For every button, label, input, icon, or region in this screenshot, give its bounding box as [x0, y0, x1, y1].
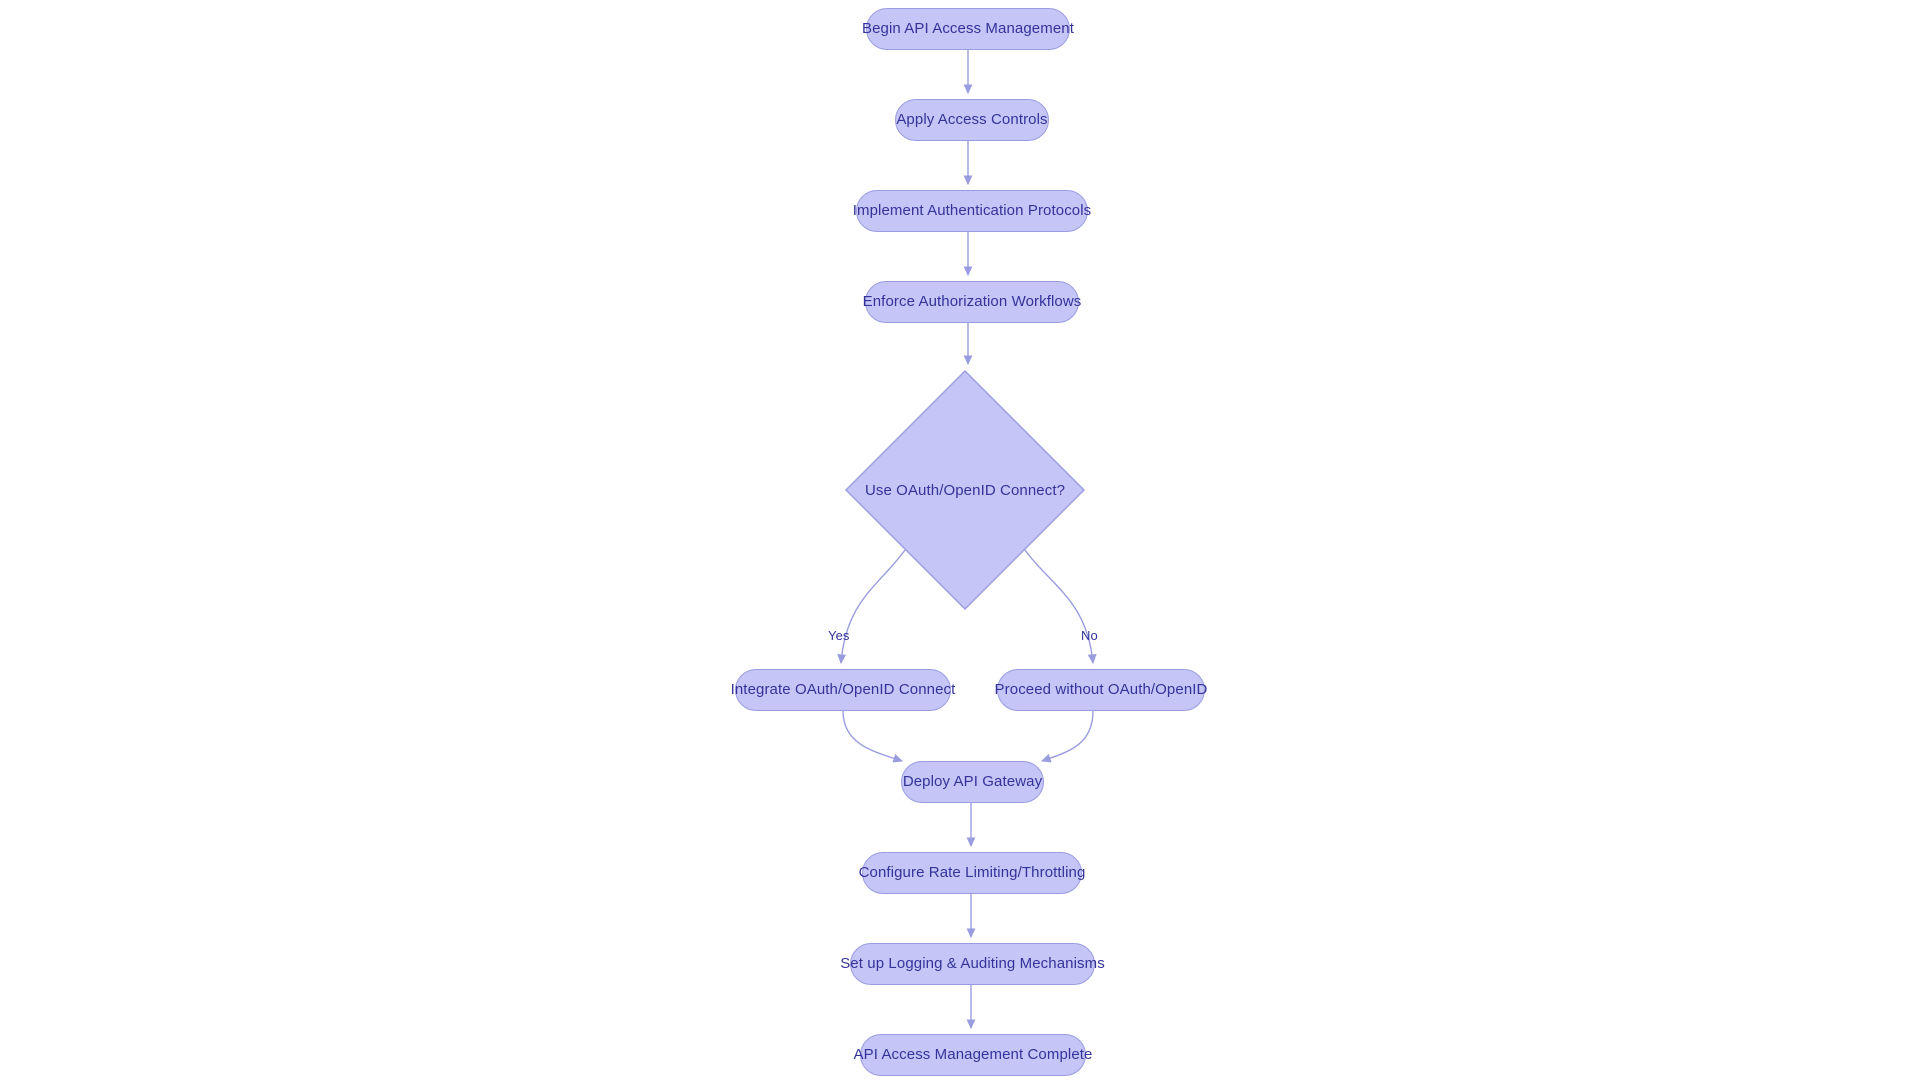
decision-label: Use OAuth/OpenID Connect?: [864, 481, 1066, 499]
node-label: Set up Logging & Auditing Mechanisms: [840, 955, 1105, 973]
node-decision-use-oauth-openid-connect[interactable]: Use OAuth/OpenID Connect?: [845, 370, 1085, 610]
edge-label-yes: Yes: [828, 628, 850, 643]
node-label: Integrate OAuth/OpenID Connect: [730, 681, 956, 699]
node-set-up-logging-auditing-mechanisms[interactable]: Set up Logging & Auditing Mechanisms: [840, 943, 1105, 985]
node-label: Enforce Authorization Workflows: [862, 293, 1082, 311]
node-label: Begin API Access Management: [862, 20, 1074, 38]
node-configure-rate-limiting-throttling[interactable]: Configure Rate Limiting/Throttling: [859, 852, 1085, 894]
edge-label-text: Yes: [828, 628, 850, 643]
node-label: Implement Authentication Protocols: [852, 202, 1092, 220]
node-proceed-without-oauth-openid[interactable]: Proceed without OAuth/OpenID: [994, 669, 1208, 711]
node-label: API Access Management Complete: [853, 1046, 1093, 1064]
node-label: Configure Rate Limiting/Throttling: [858, 864, 1086, 882]
edge-label-no: No: [1081, 628, 1098, 643]
node-label: Proceed without OAuth/OpenID: [994, 681, 1208, 699]
edge-label-text: No: [1081, 628, 1098, 643]
node-label: Apply Access Controls: [896, 111, 1048, 129]
node-deploy-api-gateway[interactable]: Deploy API Gateway: [901, 761, 1044, 803]
node-api-access-management-complete[interactable]: API Access Management Complete: [854, 1034, 1092, 1076]
node-apply-access-controls[interactable]: Apply Access Controls: [895, 99, 1049, 141]
node-begin-api-access-management[interactable]: Begin API Access Management: [862, 8, 1074, 50]
edge-proceed-to-gateway: [1040, 710, 1094, 763]
node-enforce-authorization-workflows[interactable]: Enforce Authorization Workflows: [862, 281, 1082, 323]
flowchart-canvas: Begin API Access Management Apply Access…: [0, 0, 1920, 1080]
node-integrate-oauth-openid-connect[interactable]: Integrate OAuth/OpenID Connect: [731, 669, 955, 711]
edge-integrate-to-gateway: [842, 710, 904, 763]
node-implement-authentication-protocols[interactable]: Implement Authentication Protocols: [853, 190, 1091, 232]
node-label: Deploy API Gateway: [902, 773, 1043, 791]
